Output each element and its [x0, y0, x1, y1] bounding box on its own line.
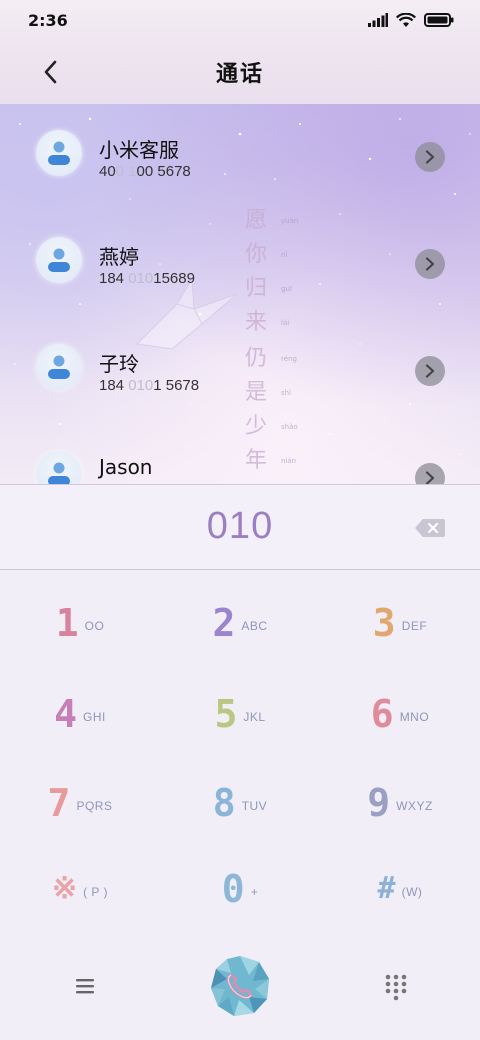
- avatar: [36, 237, 82, 283]
- key-letters: OO: [84, 619, 105, 633]
- chevron-right-icon: [425, 257, 435, 271]
- contact-detail-button[interactable]: [415, 142, 445, 172]
- person-icon: [48, 462, 70, 484]
- key-hash[interactable]: # (W): [320, 845, 480, 933]
- key-letters: +: [250, 885, 259, 899]
- dial-keypad: 1 OO 2 ABC 3 DEF 4 GHI 5 JKL 6 MNO 7 PQR…: [0, 571, 480, 941]
- bottom-bar: [0, 941, 480, 1040]
- key-9[interactable]: 9 WXYZ: [320, 759, 480, 847]
- key-letters: TUV: [241, 799, 268, 813]
- key-digit: 2: [212, 601, 236, 645]
- contact-row[interactable]: 小米客服 400 100 5678: [0, 104, 480, 184]
- wifi-icon: [396, 12, 416, 27]
- backspace-icon: [415, 519, 445, 537]
- person-icon: [48, 355, 70, 379]
- key-letters: PQRS: [76, 799, 113, 813]
- contact-number: 184 01015689: [99, 270, 195, 287]
- key-letters: GHI: [83, 710, 106, 724]
- key-digit: 4: [54, 692, 78, 736]
- status-bar: 2:36: [0, 0, 480, 40]
- key-7[interactable]: 7 PQRS: [0, 759, 160, 847]
- key-letters: ( P ): [83, 885, 109, 899]
- key-letters: WXYZ: [396, 799, 433, 813]
- contact-name: 燕婷: [99, 245, 139, 269]
- key-letters: MNO: [399, 710, 430, 724]
- contact-number: 400 100 5678: [99, 163, 191, 180]
- contact-detail-button[interactable]: [415, 249, 445, 279]
- key-letters: JKL: [243, 710, 266, 724]
- person-icon: [48, 141, 70, 165]
- key-0[interactable]: 0 +: [160, 845, 320, 933]
- hamburger-menu-icon: [76, 979, 94, 994]
- page-title: 通话: [215, 62, 264, 87]
- key-digit: 0: [221, 867, 245, 911]
- key-2[interactable]: 2 ABC: [160, 579, 320, 667]
- contact-row[interactable]: Jason: [0, 425, 480, 484]
- contact-detail-button[interactable]: [415, 463, 445, 484]
- battery-icon: [424, 13, 454, 27]
- key-8[interactable]: 8 TUV: [160, 759, 320, 847]
- key-1[interactable]: 1 OO: [0, 579, 160, 667]
- key-digit: 5: [214, 692, 238, 736]
- key-digit: 6: [370, 692, 394, 736]
- chevron-right-icon: [425, 471, 435, 484]
- avatar: [36, 451, 82, 484]
- dial-input-display: 010: [0, 484, 480, 570]
- dialpad-grid-icon: [385, 974, 407, 1001]
- signal-icon: [368, 13, 388, 27]
- contact-row[interactable]: 燕婷 184 01015689: [0, 211, 480, 291]
- key-digit: 7: [47, 781, 71, 825]
- contact-name: 子玲: [99, 352, 139, 376]
- status-icons: [368, 12, 454, 28]
- person-icon: [48, 248, 70, 272]
- phone-icon: [211, 956, 269, 1016]
- contact-name: 小米客服: [99, 138, 179, 162]
- delete-button[interactable]: [414, 517, 446, 539]
- chevron-right-icon: [425, 150, 435, 164]
- header: 通话: [0, 40, 480, 104]
- key-letters: (W): [401, 885, 423, 899]
- key-digit: 3: [372, 601, 396, 645]
- avatar: [36, 130, 82, 176]
- dialed-number: 010: [206, 505, 274, 547]
- contact-detail-button[interactable]: [415, 356, 445, 386]
- call-button[interactable]: [209, 955, 271, 1017]
- contact-name: Jason: [99, 455, 153, 479]
- key-letters: ABC: [241, 619, 268, 633]
- menu-button[interactable]: [72, 973, 98, 999]
- key-digit: ※: [51, 871, 78, 906]
- contact-row[interactable]: 子玲 184 0101 5678: [0, 318, 480, 398]
- key-4[interactable]: 4 GHI: [0, 670, 160, 758]
- key-letters: DEF: [401, 619, 428, 633]
- status-time: 2:36: [28, 10, 68, 30]
- avatar: [36, 344, 82, 390]
- key-5[interactable]: 5 JKL: [160, 670, 320, 758]
- key-star[interactable]: ※ ( P ): [0, 845, 160, 933]
- key-3[interactable]: 3 DEF: [320, 579, 480, 667]
- contact-number: 184 0101 5678: [99, 377, 200, 394]
- key-digit: 1: [55, 601, 79, 645]
- dialpad-toggle-button[interactable]: [384, 973, 408, 1001]
- chevron-right-icon: [425, 364, 435, 378]
- key-digit: 8: [212, 781, 236, 825]
- key-6[interactable]: 6 MNO: [320, 670, 480, 758]
- key-digit: #: [377, 871, 396, 906]
- contact-list[interactable]: 愿 你 归 来 yuàn nǐ guī lái 仍 是 少 年 réng shì…: [0, 104, 480, 484]
- key-digit: 9: [367, 781, 391, 825]
